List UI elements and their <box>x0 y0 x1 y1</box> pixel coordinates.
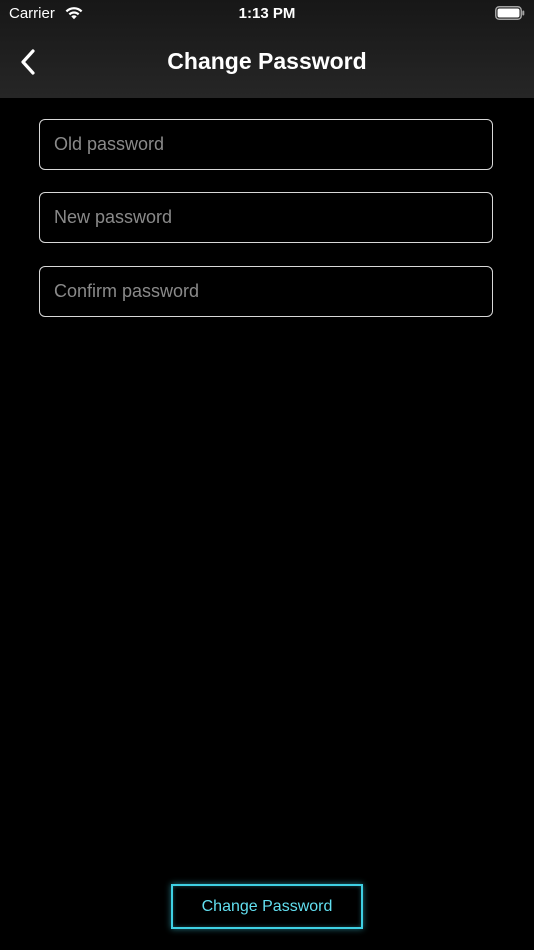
page-title: Change Password <box>167 48 367 74</box>
status-bar: Carrier 1:13 PM <box>0 0 534 28</box>
new-password-field[interactable] <box>39 192 493 243</box>
battery-full-icon <box>495 6 525 20</box>
status-time: 1:13 PM <box>238 5 296 22</box>
nav-bar: Change Password <box>0 28 534 98</box>
header: Carrier 1:13 PM Change Password <box>0 0 534 98</box>
old-password-field[interactable] <box>39 119 493 170</box>
change-password-screen: Carrier 1:13 PM Change Password Change P… <box>0 0 534 950</box>
confirm-password-field[interactable] <box>39 266 493 317</box>
change-password-button[interactable]: Change Password <box>171 884 363 929</box>
